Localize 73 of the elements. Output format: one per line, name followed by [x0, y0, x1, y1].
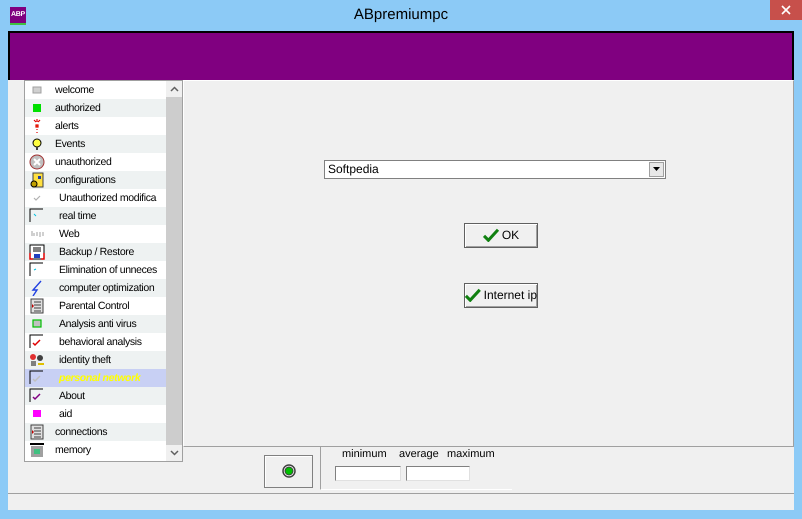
list-icon: [29, 424, 45, 440]
scroll-down-icon[interactable]: [170, 450, 178, 456]
item-label: connections: [55, 426, 108, 438]
item-label: welcome: [55, 84, 94, 96]
stat-label: average: [399, 448, 439, 460]
frame-icon: [29, 262, 45, 278]
people-icon: [29, 352, 45, 368]
check-icon: [29, 388, 45, 404]
close-button[interactable]: [770, 0, 802, 20]
check-icon: [29, 334, 45, 350]
list-item[interactable]: memory: [25, 440, 166, 459]
list-item[interactable]: Backup / Restore: [25, 242, 166, 261]
frame-icon: [29, 208, 45, 224]
list-icon: [29, 298, 45, 314]
web-icon: [30, 230, 44, 238]
item-label: alerts: [55, 120, 79, 132]
item-label: Events: [55, 138, 85, 150]
list-item[interactable]: Events: [25, 134, 166, 153]
item-label: behavioral analysis: [59, 336, 142, 348]
item-label: Analysis anti virus: [59, 318, 136, 330]
stop-icon: [29, 154, 45, 170]
internet-ip-button[interactable]: Internet ip: [464, 282, 538, 308]
check-icon: [482, 228, 499, 242]
item-label: Backup / Restore: [59, 246, 134, 258]
target-icon: [282, 464, 296, 478]
status-button[interactable]: [264, 454, 313, 488]
item-label: About: [59, 390, 85, 402]
item-label: personal network: [59, 372, 140, 384]
item-label: Unauthorized modifica: [59, 192, 156, 204]
stat-label: maximum: [447, 448, 495, 460]
list-item[interactable]: Parental Control: [25, 296, 166, 315]
list-item[interactable]: welcome: [25, 80, 166, 99]
list-item[interactable]: alerts: [25, 116, 166, 135]
item-label: identity theft: [59, 354, 111, 366]
check-icon: [33, 194, 41, 201]
item-label: Web: [59, 228, 80, 240]
stat-field[interactable]: [406, 466, 470, 481]
scrollbar[interactable]: [166, 80, 182, 461]
window-title: ABpremiumpc: [354, 6, 448, 23]
list-item[interactable]: Web: [25, 224, 166, 243]
item-label: aid: [59, 408, 72, 420]
stat-label: minimum: [342, 448, 387, 460]
item-label: real time: [59, 210, 96, 222]
list-item[interactable]: Elimination of unneces: [25, 260, 166, 279]
list-item[interactable]: configurations: [25, 170, 166, 189]
close-icon: [781, 5, 791, 15]
chip-icon: [29, 442, 45, 458]
stat-field[interactable]: [335, 466, 401, 481]
list-item[interactable]: identity theft: [25, 350, 166, 369]
item-label: configurations: [55, 174, 116, 186]
list-item[interactable]: unauthorized: [25, 152, 166, 171]
list-item[interactable]: Analysis anti virus: [25, 314, 166, 333]
list-item[interactable]: About: [25, 386, 166, 405]
item-label: Elimination of unneces: [59, 264, 157, 276]
list-item[interactable]: computer optimization: [25, 278, 166, 297]
check-icon: [465, 288, 481, 302]
list-item[interactable]: real time: [25, 206, 166, 225]
caret-icon: [653, 167, 660, 172]
item-label: authorized: [55, 102, 101, 114]
item-label: unauthorized: [55, 156, 112, 168]
list-item[interactable]: behavioral analysis: [25, 332, 166, 351]
scroll-up-icon[interactable]: [170, 86, 178, 92]
item-label: Parental Control: [59, 300, 130, 312]
item-label: computer optimization: [59, 282, 154, 294]
list-item[interactable]: aid: [25, 404, 166, 423]
list-item[interactable]: authorized: [25, 98, 166, 117]
ok-button[interactable]: OK: [464, 222, 538, 248]
check-icon: [29, 370, 45, 386]
folder-icon: [29, 172, 45, 188]
list-item[interactable]: Unauthorized modifica: [25, 188, 166, 207]
dropdown[interactable]: Softpedia: [324, 160, 666, 179]
item-label: memory: [55, 444, 91, 456]
list-item[interactable]: connections: [25, 422, 166, 441]
